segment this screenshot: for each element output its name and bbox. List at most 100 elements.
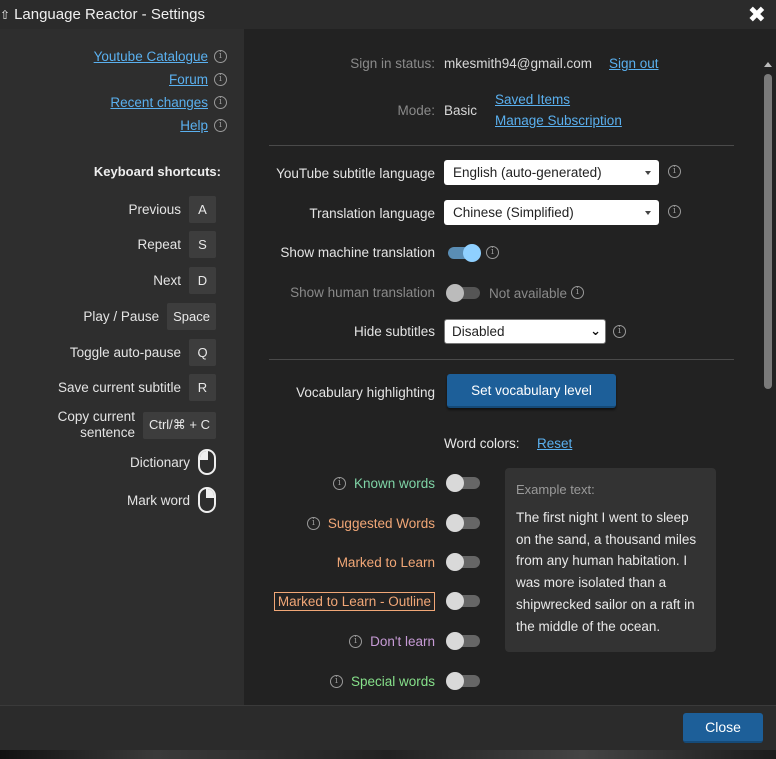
info-icon[interactable]: i xyxy=(571,286,584,299)
key-badge: S xyxy=(189,231,216,258)
word-color-dont-learn: i Don't learn xyxy=(349,634,435,649)
info-icon[interactable]: i xyxy=(349,635,363,648)
info-icon[interactable]: i xyxy=(668,165,681,178)
scroll-thumb[interactable] xyxy=(764,74,772,389)
shortcut-next: Next D xyxy=(153,267,216,294)
info-icon[interactable]: i xyxy=(214,96,227,109)
special-words-toggle[interactable] xyxy=(446,672,480,690)
word-color-marked-outline: Marked to Learn - Outline xyxy=(273,592,435,611)
window-title: Language Reactor - Settings xyxy=(14,6,206,23)
youtube-subtitle-language-select[interactable]: English (auto-generated) xyxy=(444,160,659,185)
toggle-knob xyxy=(446,514,464,532)
machine-translation-toggle[interactable] xyxy=(448,244,481,262)
select-value: Chinese (Simplified) xyxy=(453,205,574,220)
example-text-box: Example text: The first night I went to … xyxy=(505,468,716,652)
word-color-label: Don't learn xyxy=(370,634,435,649)
word-color-suggested: i Suggested Words xyxy=(306,516,435,531)
word-color-label: Known words xyxy=(353,476,435,491)
divider xyxy=(269,145,734,146)
info-icon[interactable]: i xyxy=(329,675,343,688)
close-icon[interactable]: ✖ xyxy=(748,2,766,28)
link-youtube-catalogue-row: Youtube Catalogue i xyxy=(94,49,227,64)
youtube-subtitle-language-label: YouTube subtitle language xyxy=(276,166,435,181)
settings-panel: Sign in status: mkesmith94@gmail.com Sig… xyxy=(244,29,776,705)
link-recent-changes-row: Recent changes i xyxy=(110,95,227,110)
info-icon[interactable]: i xyxy=(668,205,681,218)
translation-language-select[interactable]: Chinese (Simplified) xyxy=(444,200,659,225)
key-badge: R xyxy=(189,374,216,401)
shortcut-label: Copy current sentence xyxy=(58,409,135,441)
info-icon[interactable]: i xyxy=(214,50,227,63)
hide-subtitles-label: Hide subtitles xyxy=(353,324,435,339)
info-icon[interactable]: i xyxy=(214,119,227,132)
info-icon[interactable]: i xyxy=(613,325,626,338)
key-badge: D xyxy=(189,267,216,294)
background-strip xyxy=(0,750,776,759)
translation-language-label: Translation language xyxy=(309,206,435,221)
saved-items-link[interactable]: Saved Items xyxy=(495,92,570,107)
toggle-knob xyxy=(446,632,464,650)
toggle-knob xyxy=(446,553,464,571)
info-icon[interactable]: i xyxy=(486,246,499,259)
vocabulary-highlighting-label: Vocabulary highlighting xyxy=(296,385,435,400)
shortcut-dictionary: Dictionary xyxy=(130,449,216,475)
shortcut-copy-sentence: Copy current sentence Ctrl/⌘ + C xyxy=(58,409,216,441)
key-badge: A xyxy=(189,196,216,223)
shortcut-label-line1: Copy current xyxy=(57,409,135,424)
scrollbar[interactable] xyxy=(763,62,773,705)
human-translation-note: Not available xyxy=(489,286,568,301)
mouse-right-click-icon xyxy=(198,487,216,513)
mouse-left-click-icon xyxy=(198,449,216,475)
forum-link[interactable]: Forum xyxy=(169,72,208,87)
suggested-words-toggle[interactable] xyxy=(446,514,480,532)
close-button[interactable]: Close xyxy=(683,713,763,743)
help-link[interactable]: Help xyxy=(180,118,208,133)
shortcut-toggle-auto-pause: Toggle auto-pause Q xyxy=(70,339,216,366)
scroll-up-icon[interactable] xyxy=(764,62,772,67)
toggle-knob xyxy=(446,474,464,492)
word-color-label: Suggested Words xyxy=(327,516,435,531)
word-color-special: i Special words xyxy=(329,674,435,689)
sign-in-email: mkesmith94@gmail.com xyxy=(444,56,592,71)
shortcut-play-pause: Play / Pause Space xyxy=(83,303,216,330)
shortcut-label: Repeat xyxy=(137,237,181,252)
reset-link[interactable]: Reset xyxy=(537,436,572,451)
shortcut-label: Dictionary xyxy=(129,454,190,470)
shortcut-label: Save current subtitle xyxy=(57,380,181,395)
word-color-label: Marked to Learn xyxy=(336,555,435,570)
toggle-knob xyxy=(446,672,464,690)
marked-outline-toggle[interactable] xyxy=(446,592,480,610)
info-icon[interactable]: i xyxy=(332,477,346,490)
hide-subtitles-select[interactable]: Disabled ⌄ xyxy=(444,319,606,344)
word-color-label: Special words xyxy=(350,674,435,689)
mode-value: Basic xyxy=(444,103,478,118)
shortcut-mark-word: Mark word xyxy=(127,487,216,513)
divider xyxy=(269,359,734,360)
manage-subscription-link[interactable]: Manage Subscription xyxy=(495,113,622,128)
marked-to-learn-toggle[interactable] xyxy=(446,553,480,571)
sign-out-link[interactable]: Sign out xyxy=(609,56,659,71)
info-icon[interactable]: i xyxy=(214,73,227,86)
recent-changes-link[interactable]: Recent changes xyxy=(110,95,208,110)
key-badge: Space xyxy=(167,303,216,330)
mode-label: Mode: xyxy=(397,103,435,118)
youtube-catalogue-link[interactable]: Youtube Catalogue xyxy=(94,49,208,64)
toggle-knob xyxy=(446,592,464,610)
shortcut-previous: Previous A xyxy=(128,196,216,223)
word-color-label: Marked to Learn - Outline xyxy=(273,592,435,611)
select-value: English (auto-generated) xyxy=(453,165,602,180)
known-words-toggle[interactable] xyxy=(446,474,480,492)
human-translation-toggle[interactable] xyxy=(446,284,480,302)
word-colors-label: Word colors: xyxy=(444,436,520,451)
word-color-known: i Known words xyxy=(332,476,435,491)
example-text: The first night I went to sleep on the s… xyxy=(516,510,697,634)
set-vocabulary-level-button[interactable]: Set vocabulary level xyxy=(447,374,616,408)
word-color-marked: Marked to Learn xyxy=(337,555,435,570)
shortcut-label: Play / Pause xyxy=(83,309,160,324)
link-help-row: Help i xyxy=(180,118,227,133)
info-icon[interactable]: i xyxy=(306,517,320,530)
dont-learn-toggle[interactable] xyxy=(446,632,480,650)
machine-translation-label: Show machine translation xyxy=(280,245,435,260)
caret-down-icon xyxy=(645,171,651,175)
human-translation-label: Show human translation xyxy=(290,285,435,300)
